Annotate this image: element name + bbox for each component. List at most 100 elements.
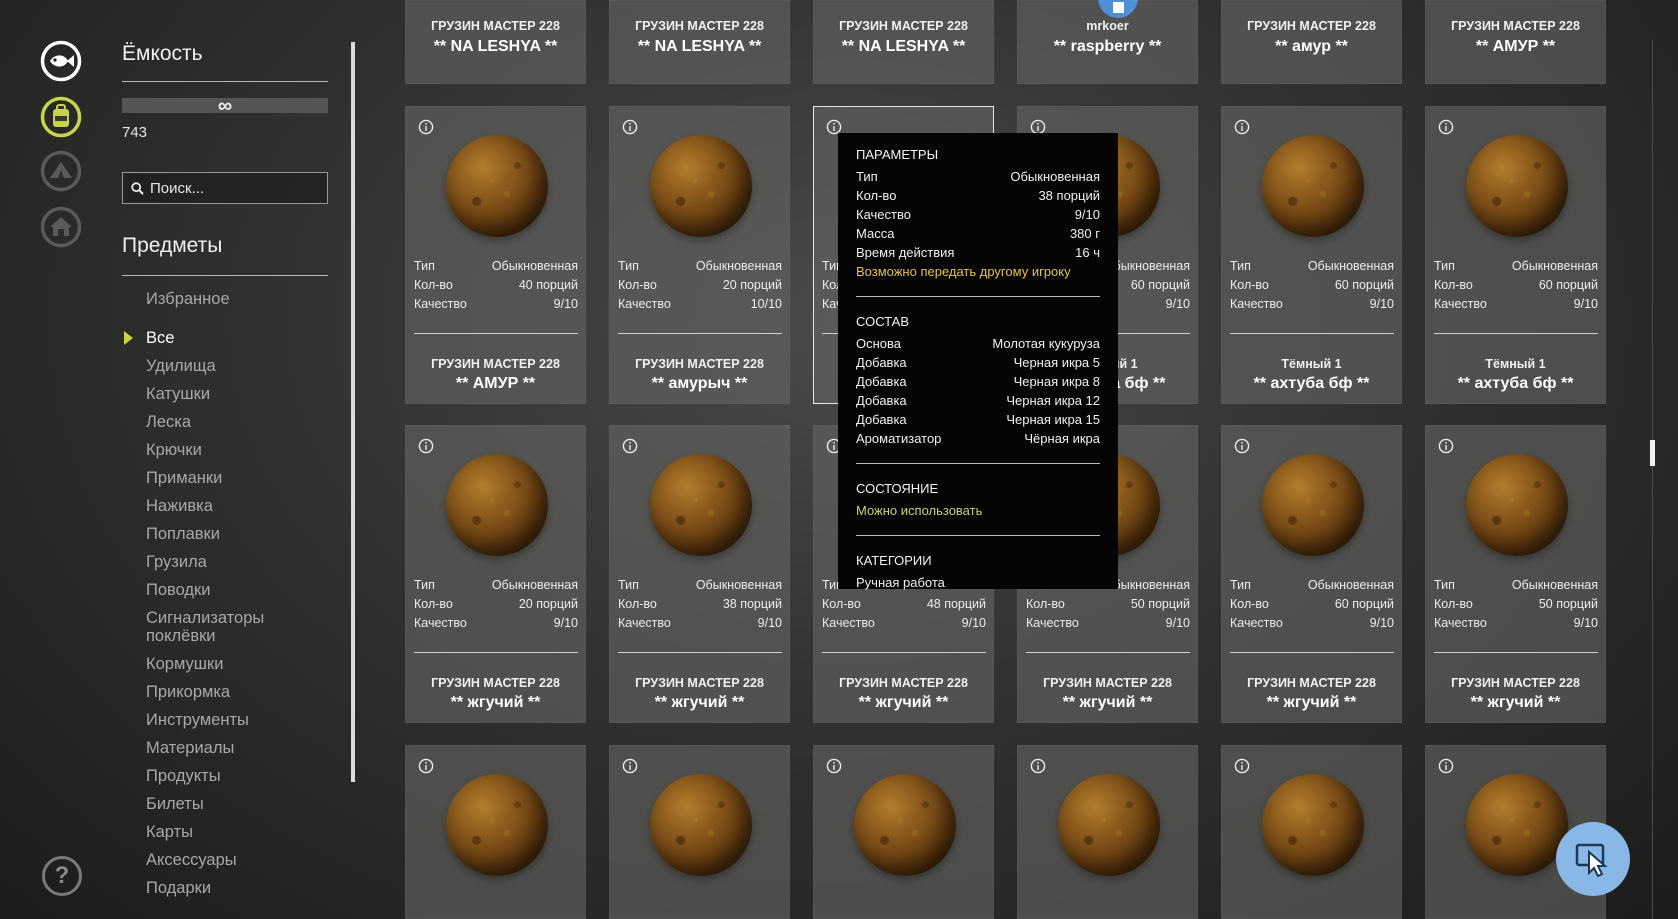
- item-card[interactable]: Тип Обыкновенная Кол-во 20 порций Качество 10…: [609, 106, 790, 404]
- category-item[interactable]: Билеты: [146, 795, 332, 813]
- stat-label: Кол-во: [414, 278, 453, 292]
- divider: [1434, 652, 1598, 653]
- info-icon[interactable]: [1234, 438, 1250, 459]
- divider: [414, 333, 578, 334]
- item-card[interactable]: ГРУЗИН МАСТЕР 228 ** АМУР **: [1425, 0, 1606, 84]
- stat-value: 9/10: [1369, 616, 1394, 630]
- stat-value: 9/10: [1165, 297, 1190, 311]
- fish-tab[interactable]: [40, 40, 82, 82]
- home-tab[interactable]: [40, 206, 82, 248]
- stat-row: Качество 9/10: [1026, 616, 1190, 635]
- tooltip-row: Тип Обыкновенная: [856, 169, 1100, 188]
- item-card[interactable]: ГРУЗИН МАСТЕР 228 ** NA LESHYA **: [609, 0, 790, 84]
- category-item[interactable]: Инструменты: [146, 711, 332, 729]
- category-label: Материалы: [146, 739, 235, 757]
- category-item[interactable]: Прикормка: [146, 683, 332, 701]
- info-icon[interactable]: [622, 119, 638, 140]
- item-card[interactable]: Тип Обыкновенная Кол-во 60 порций Качество 9/…: [1425, 106, 1606, 404]
- main-scroll-thumb[interactable]: [1650, 440, 1655, 466]
- item-card[interactable]: Тип Обыкновенная Кол-во 60 порций Качество 9/…: [1221, 425, 1402, 723]
- search-input[interactable]: [150, 179, 320, 197]
- tooltip-value: 380 г: [1069, 226, 1100, 241]
- info-icon[interactable]: [1234, 758, 1250, 779]
- category-label: Поводки: [146, 581, 211, 599]
- stat-row: Качество 9/10: [414, 616, 578, 635]
- category-label: Инструменты: [146, 711, 249, 729]
- item-card[interactable]: Тип Обыкновенная Кол-во 50 порций Качество 9/…: [1425, 425, 1606, 723]
- category-item[interactable]: Подарки: [146, 879, 332, 897]
- item-card[interactable]: ГРУЗИН МАСТЕР 228 ** NA LESHYA **: [405, 0, 586, 84]
- tooltip-row: Ароматизатор Чёрная икра: [856, 431, 1100, 450]
- category-item[interactable]: Карты: [146, 823, 332, 841]
- tooltip-key: Масса: [856, 226, 895, 241]
- category-item[interactable]: Поводки: [146, 581, 332, 599]
- tooltip-value: Черная икра 8: [1013, 374, 1100, 389]
- item-card[interactable]: ГРУЗИН МАСТЕР 228 ** амур **: [1221, 0, 1402, 84]
- info-icon[interactable]: [418, 438, 434, 459]
- main-scroll-track[interactable]: [1652, 40, 1653, 919]
- item-card[interactable]: Тип Обыкновенная Кол-во 38 порций Качество 9/…: [609, 425, 790, 723]
- info-icon[interactable]: [826, 758, 842, 779]
- info-icon[interactable]: [622, 758, 638, 779]
- category-item[interactable]: Катушки: [146, 385, 332, 403]
- info-icon[interactable]: [418, 119, 434, 140]
- info-icon[interactable]: [622, 438, 638, 459]
- category-item[interactable]: Приманки: [146, 469, 332, 487]
- item-card[interactable]: [1017, 745, 1198, 919]
- category-label: Продукты: [146, 767, 221, 785]
- info-icon[interactable]: [418, 758, 434, 779]
- category-item[interactable]: Все: [124, 329, 332, 347]
- status-square-icon: [1112, 1, 1124, 13]
- item-stats: Тип Обыкновенная Кол-во 50 порций Качество 9/…: [1434, 578, 1598, 635]
- tooltip-key: Время действия: [856, 245, 955, 260]
- category-item[interactable]: Избранное: [146, 290, 332, 308]
- stat-label: Качество: [618, 616, 671, 630]
- search-box[interactable]: [122, 172, 328, 204]
- item-name: ** жгучий **: [654, 694, 745, 711]
- info-icon[interactable]: [1438, 438, 1454, 459]
- category-item[interactable]: Наживка: [146, 497, 332, 515]
- camp-tab[interactable]: [40, 150, 82, 192]
- tooltip-key: Качество: [856, 207, 911, 222]
- item-card[interactable]: [813, 745, 994, 919]
- item-card[interactable]: Тип Обыкновенная Кол-во 20 порций Качество 9/…: [405, 425, 586, 723]
- tent-icon: [40, 150, 82, 192]
- stat-value: 9/10: [1369, 297, 1394, 311]
- category-item[interactable]: Леска: [146, 413, 332, 431]
- item-card[interactable]: [405, 745, 586, 919]
- category-item[interactable]: Сигнализаторы поклёвки: [146, 609, 332, 645]
- tooltip-value: 16 ч: [1075, 245, 1100, 260]
- item-card[interactable]: [1221, 745, 1402, 919]
- category-label: Наживка: [146, 497, 213, 515]
- category-item[interactable]: Материалы: [146, 739, 332, 757]
- stat-row: Качество 9/10: [822, 616, 986, 635]
- inventory-tab[interactable]: [40, 96, 82, 138]
- item-card[interactable]: Тип Обыкновенная Кол-во 40 порций Качество 9/…: [405, 106, 586, 404]
- cursor-mode-button[interactable]: [1556, 822, 1630, 896]
- item-owner: ГРУЗИН МАСТЕР 228: [1247, 19, 1376, 33]
- item-owner: ГРУЗИН МАСТЕР 228: [1451, 19, 1580, 33]
- item-card[interactable]: Тип Обыкновенная Кол-во 60 порций Качество 9/…: [1221, 106, 1402, 404]
- item-card[interactable]: ГРУЗИН МАСТЕР 228 ** NA LESHYA **: [813, 0, 994, 84]
- stat-value: 60 порций: [1334, 597, 1394, 611]
- category-item[interactable]: Крючки: [146, 441, 332, 459]
- category-item[interactable]: Поплавки: [146, 525, 332, 543]
- info-icon[interactable]: [1234, 119, 1250, 140]
- info-icon[interactable]: [1438, 119, 1454, 140]
- category-item[interactable]: Удилища: [146, 357, 332, 375]
- sidebar-scrollbar[interactable]: [351, 42, 355, 782]
- category-label: Аксессуары: [146, 851, 237, 869]
- stat-value: 9/10: [961, 616, 986, 630]
- category-item[interactable]: Аксессуары: [146, 851, 332, 869]
- help-button[interactable]: ?: [42, 856, 82, 896]
- item-owner: ГРУЗИН МАСТЕР 228: [1451, 676, 1580, 690]
- item-name: ** NA LESHYA **: [637, 38, 762, 55]
- info-icon[interactable]: [1030, 758, 1046, 779]
- bait-ball-image: [1058, 774, 1160, 876]
- category-item[interactable]: Продукты: [146, 767, 332, 785]
- category-item[interactable]: Грузила: [146, 553, 332, 571]
- category-label: Билеты: [146, 795, 204, 813]
- info-icon[interactable]: [1438, 758, 1454, 779]
- category-item[interactable]: Кормушки: [146, 655, 332, 673]
- item-card[interactable]: [609, 745, 790, 919]
